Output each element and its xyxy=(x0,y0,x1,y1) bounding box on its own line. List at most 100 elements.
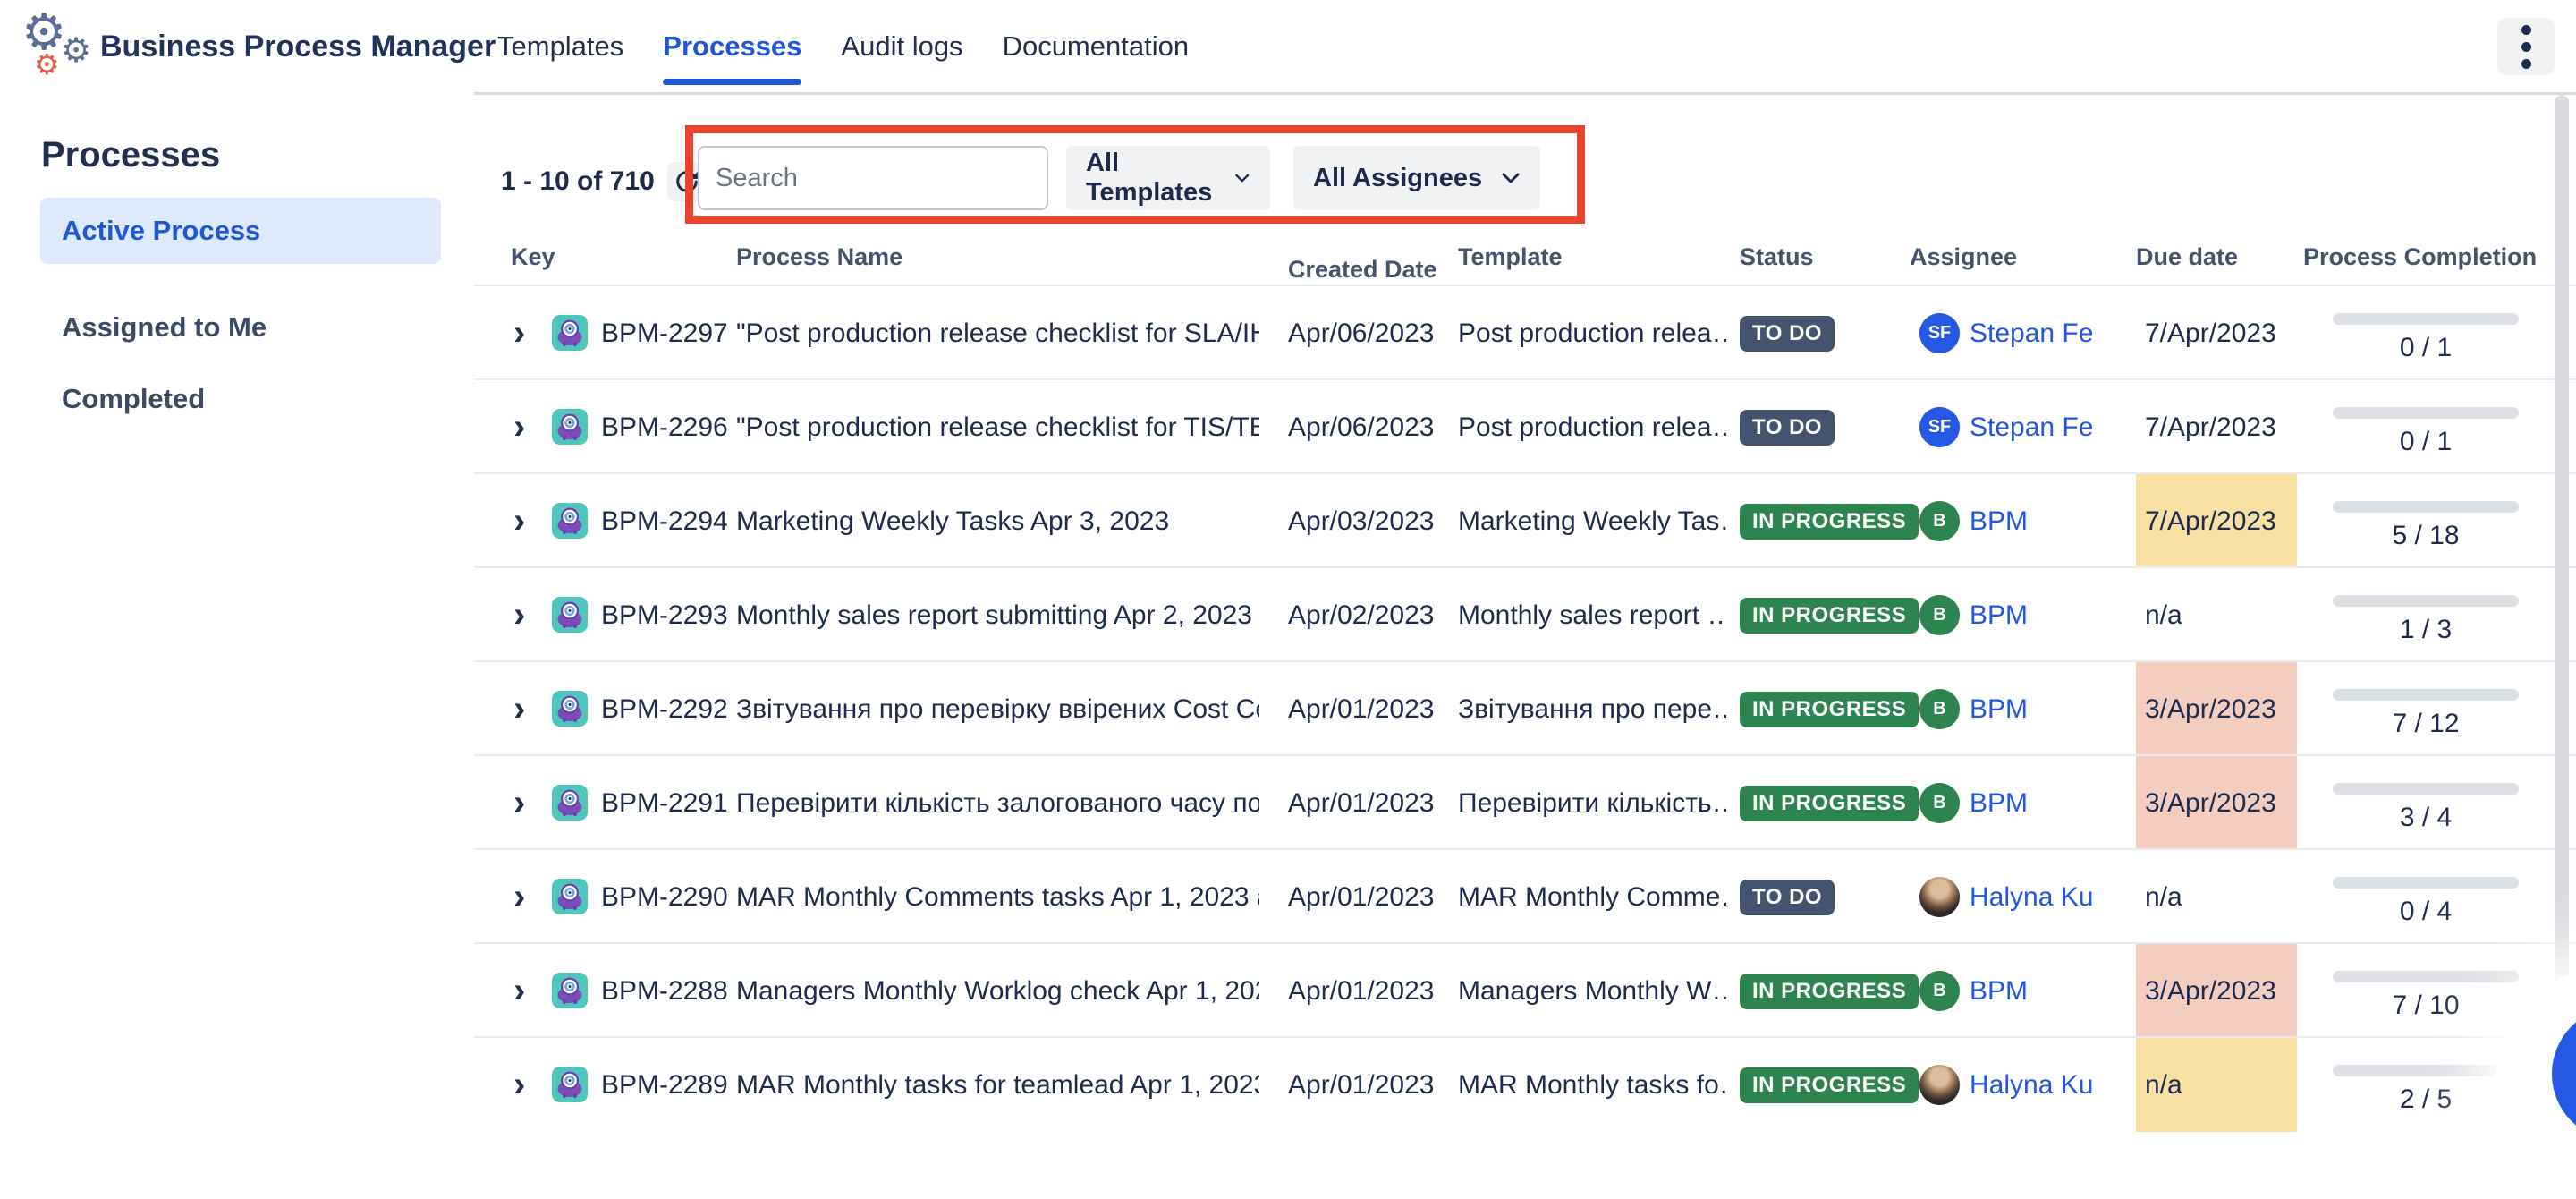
assignee-avatar: B xyxy=(1919,689,1960,729)
table-row[interactable]: › BPM-2289 MAR Monthly tasks for teamlea… xyxy=(474,1036,2576,1130)
process-app-icon xyxy=(552,691,588,727)
process-name: Managers Monthly Worklog check Apr 1, 20… xyxy=(736,944,1259,1038)
sidebar: Processes Active Process Assigned to Me … xyxy=(0,92,474,1127)
completion-progress-bar xyxy=(2333,689,2519,701)
assignee-avatar: B xyxy=(1919,971,1960,1011)
table-row[interactable]: › BPM-2294 Marketing Weekly Tasks Apr 3,… xyxy=(474,472,2576,566)
process-app-icon xyxy=(552,785,588,821)
table-row[interactable]: › BPM-2291 Перевірити кількість залогова… xyxy=(474,754,2576,848)
table-row[interactable]: › BPM-2293 Monthly sales report submitti… xyxy=(474,566,2576,660)
template-name: Managers Monthly W… xyxy=(1458,944,1726,1038)
completion-fraction: 5 / 18 xyxy=(2333,521,2519,551)
process-name: Monthly sales report submitting Apr 2, 2… xyxy=(736,568,1252,662)
filter-label: All Assignees xyxy=(1313,164,1482,193)
assignee-link[interactable]: BPM xyxy=(1970,944,2028,1038)
status-badge: IN PROGRESS xyxy=(1740,692,1919,727)
assignee-avatar xyxy=(1919,1065,1960,1105)
assignee-link[interactable]: Halyna Kudlai xyxy=(1970,1038,2092,1132)
table-body: › BPM-2297 "Post production release chec… xyxy=(474,285,2576,1127)
filter-all-templates[interactable]: All Templates xyxy=(1066,146,1270,210)
status-badge: IN PROGRESS xyxy=(1740,598,1919,634)
due-date-text: n/a xyxy=(2145,1070,2182,1101)
created-date: Apr/03/2023 xyxy=(1288,474,1434,568)
assignee-link[interactable]: BPM xyxy=(1970,756,2028,850)
table-row[interactable]: › BPM-2296 "Post production release chec… xyxy=(474,378,2576,472)
due-date-text: n/a xyxy=(2145,882,2182,913)
overflow-menu-button[interactable] xyxy=(2497,18,2555,75)
expand-chevron-icon[interactable]: › xyxy=(504,756,534,850)
completion-fraction: 1 / 3 xyxy=(2333,615,2519,645)
template-name: MAR Monthly Comme… xyxy=(1458,850,1726,944)
assignee-link[interactable]: BPM xyxy=(1970,568,2028,662)
created-date: Apr/01/2023 xyxy=(1288,850,1434,944)
expand-chevron-icon[interactable]: › xyxy=(504,568,534,662)
assignee-link[interactable]: Stepan Fedori xyxy=(1970,380,2092,474)
due-date-cell: n/a xyxy=(2136,850,2297,944)
expand-chevron-icon[interactable]: › xyxy=(504,1038,534,1132)
sidebar-item-completed[interactable]: Completed xyxy=(40,366,441,432)
column-header-status[interactable]: Status xyxy=(1740,243,1814,271)
process-key: BPM-2293 xyxy=(601,568,728,662)
column-header-due-date[interactable]: Due date xyxy=(2136,243,2238,271)
app-title: Business Process Manager xyxy=(100,30,496,64)
table-row[interactable]: › BPM-2292 Звітування про перевірку ввір… xyxy=(474,660,2576,754)
result-count: 1 - 10 of 710 xyxy=(501,162,707,201)
completion-fraction: 0 / 1 xyxy=(2333,333,2519,363)
filter-all-assignees[interactable]: All Assignees xyxy=(1293,146,1540,210)
column-header-assignee[interactable]: Assignee xyxy=(1910,243,2017,271)
expand-chevron-icon[interactable]: › xyxy=(504,380,534,474)
expand-chevron-icon[interactable]: › xyxy=(504,944,534,1038)
column-header-process-name[interactable]: Process Name xyxy=(736,243,902,271)
completion-progress-bar xyxy=(2333,313,2519,325)
expand-chevron-icon[interactable]: › xyxy=(504,474,534,568)
tab-templates[interactable]: Templates xyxy=(497,0,623,92)
assignee-avatar: B xyxy=(1919,595,1960,635)
column-header-key[interactable]: Key xyxy=(511,243,555,271)
completion-progress-bar xyxy=(2333,1065,2519,1076)
assignee-avatar: B xyxy=(1919,501,1960,541)
due-date-text: n/a xyxy=(2145,600,2182,631)
result-count-text: 1 - 10 of 710 xyxy=(501,166,655,197)
process-app-icon xyxy=(552,1067,588,1102)
refresh-icon xyxy=(674,168,700,195)
column-header-template[interactable]: Template xyxy=(1458,243,1563,271)
status-badge: IN PROGRESS xyxy=(1740,786,1919,821)
tab-processes[interactable]: Processes xyxy=(663,0,801,92)
template-name: Marketing Weekly Tas… xyxy=(1458,474,1726,568)
tab-documentation[interactable]: Documentation xyxy=(1003,0,1190,92)
completion-progress-bar xyxy=(2333,783,2519,795)
expand-chevron-icon[interactable]: › xyxy=(504,662,534,756)
table-row[interactable]: › BPM-2297 "Post production release chec… xyxy=(474,285,2576,378)
table-row[interactable]: › BPM-2288 Managers Monthly Worklog chec… xyxy=(474,942,2576,1036)
created-date: Apr/01/2023 xyxy=(1288,944,1434,1038)
sidebar-item-assigned-to-me[interactable]: Assigned to Me xyxy=(40,294,441,361)
table-row[interactable]: › BPM-2290 MAR Monthly Comments tasks Ap… xyxy=(474,848,2576,942)
created-date: Apr/06/2023 xyxy=(1288,286,1434,380)
process-key: BPM-2291 xyxy=(601,756,728,850)
template-name: Monthly sales report … xyxy=(1458,568,1726,662)
assignee-link[interactable]: BPM xyxy=(1970,662,2028,756)
process-app-icon xyxy=(552,503,588,539)
vertical-scrollbar[interactable] xyxy=(2555,95,2569,1122)
completion-fraction: 0 / 1 xyxy=(2333,427,2519,457)
assignee-avatar: SF xyxy=(1919,313,1960,353)
due-date-cell: 7/Apr/2023 xyxy=(2136,380,2297,474)
assignee-link[interactable]: Halyna Kudlai xyxy=(1970,850,2092,944)
sort-desc-icon: ↓ xyxy=(1295,256,1308,284)
assignee-link[interactable]: Stepan Fedori xyxy=(1970,286,2092,380)
column-header-process-completion[interactable]: Process Completion xyxy=(2303,243,2537,271)
assignee-link[interactable]: BPM xyxy=(1970,474,2028,568)
due-date-text: 7/Apr/2023 xyxy=(2145,412,2276,443)
tab-audit-logs[interactable]: Audit logs xyxy=(841,0,962,92)
sidebar-heading: Processes xyxy=(41,135,220,175)
due-date-text: 7/Apr/2023 xyxy=(2145,506,2276,537)
top-bar: ⚙ ⚙ ⚙ Business Process Manager Templates… xyxy=(0,0,2576,92)
process-key: BPM-2292 xyxy=(601,662,728,756)
search-input[interactable] xyxy=(716,164,1053,193)
process-key: BPM-2294 xyxy=(601,474,728,568)
expand-chevron-icon[interactable]: › xyxy=(504,286,534,380)
due-date-cell: 3/Apr/2023 xyxy=(2136,662,2297,756)
expand-chevron-icon[interactable]: › xyxy=(504,850,534,944)
sidebar-item-active-process[interactable]: Active Process xyxy=(40,198,441,264)
due-date-text: 3/Apr/2023 xyxy=(2145,976,2276,1007)
